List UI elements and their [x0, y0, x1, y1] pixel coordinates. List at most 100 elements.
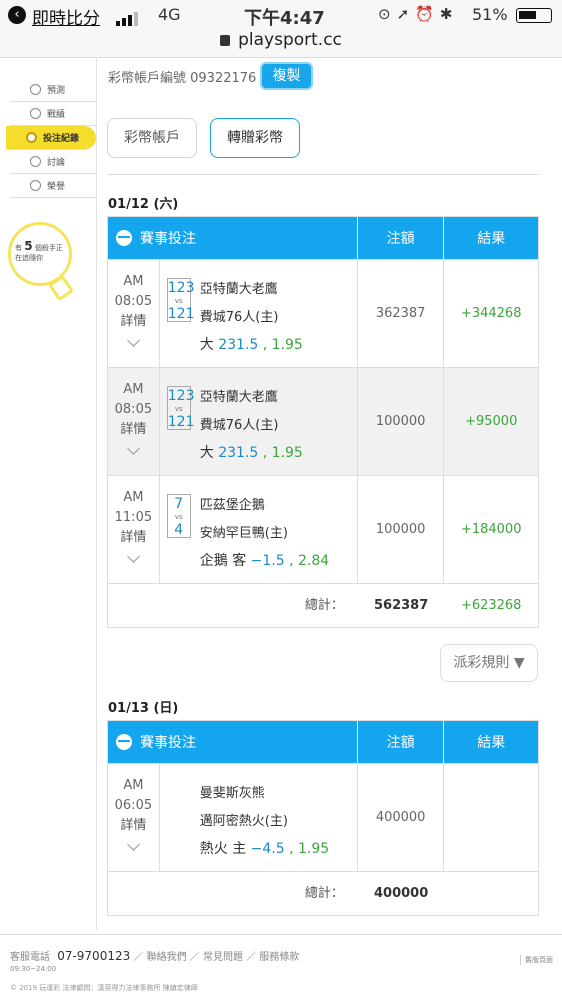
chevron-down-icon[interactable] [127, 838, 140, 851]
sidebar-item-honor[interactable]: 榮譽 [10, 174, 96, 198]
score-away: 123 [167, 388, 195, 404]
game-time: 11:05 [114, 510, 153, 525]
team-home: 邁阿密熱火(主) [199, 814, 288, 829]
url-bar[interactable]: playsport.cc [0, 30, 562, 58]
team-away: 亞特蘭大老鷹 [199, 390, 278, 405]
line: 231.5 [218, 445, 259, 461]
total-amount: 400000 [374, 886, 429, 901]
total-label: 總計： [304, 598, 344, 613]
table-row: AM 11:05 詳情 7 vs 4 匹茲堡企鵝 安納罕巨鴨(主) 企鵝 客 −1.… [108, 475, 538, 583]
score-box: 7 vs 4 [166, 494, 191, 538]
result-cell: +344268 [460, 306, 522, 321]
team-away: 曼斐斯灰熊 [199, 786, 265, 801]
game-cell: 123 vs 121 亞特蘭大老鷹 費城76人(主) 大 231.5 , 1.95 [160, 260, 358, 367]
tab-wallet[interactable]: 彩幣帳戶 [107, 118, 197, 158]
result-cell [444, 764, 538, 871]
service-label: 客服電話 [10, 952, 50, 963]
bets-table: 賽事投注 注額 結果 AM 06:05 詳情 曼斐斯灰熊 邁阿密熱火(主) 熱火… [107, 720, 539, 916]
back-arrow-icon[interactable]: ‹ [8, 6, 26, 24]
coin-stack-icon [116, 230, 132, 246]
pick: 大 [199, 445, 214, 461]
honor-icon [30, 180, 41, 191]
amount-cell: 362387 [358, 260, 445, 367]
game-time: 08:05 [114, 294, 153, 309]
battery-icon [516, 8, 552, 23]
score-away: 123 [167, 280, 195, 296]
sidebar-item-predict[interactable]: 預測 [10, 78, 96, 102]
back-app-label[interactable]: 即時比分 [32, 4, 100, 29]
divider [107, 174, 539, 175]
total-label: 總計： [304, 886, 344, 901]
sidebar-item-bet-history[interactable]: 投注紀錄 [6, 126, 96, 150]
total-result [444, 872, 538, 915]
game-cell: 123 vs 121 亞特蘭大老鷹 費城76人(主) 大 231.5 , 1.95 [160, 368, 358, 475]
sidebar-item-label: 戰績 [47, 110, 66, 120]
divider [0, 934, 562, 935]
ampm: AM [123, 490, 144, 505]
odds: , 1.95 [262, 445, 303, 461]
amount-cell: 400000 [358, 764, 445, 871]
service-hours: 09:30~24:00 [10, 965, 57, 973]
amount-cell: 100000 [358, 476, 445, 583]
predict-icon [30, 84, 41, 95]
detail-link[interactable]: 詳情 [108, 420, 159, 440]
lock-icon [220, 35, 231, 46]
table-header: 賽事投注 注額 結果 [108, 217, 538, 259]
detail-link[interactable]: 詳情 [108, 312, 159, 332]
game-cell: 7 vs 4 匹茲堡企鵝 安納罕巨鴨(主) 企鵝 客 −1.5 , 2.84 [160, 476, 358, 583]
team-away: 匹茲堡企鵝 [199, 498, 265, 513]
sidebar-item-label: 預測 [47, 86, 66, 96]
result-cell: +184000 [460, 522, 522, 537]
header-bets: 賽事投注 [108, 721, 358, 763]
time-cell: AM 08:05 詳情 [108, 260, 160, 367]
hint-line2: 在追隨你 [15, 254, 43, 262]
score-box: 123 vs 121 [166, 386, 195, 430]
score-home: 4 [174, 522, 184, 538]
service-phone[interactable]: 07-9700123 [57, 949, 130, 963]
vs-label: vs [174, 297, 183, 305]
hint-post: 個殺手正 [34, 244, 63, 252]
section-date: 01/13 (日) [108, 701, 179, 716]
footer-links[interactable]: ／ 聯絡我們 ／ 常見問題 ／ 服務條款 [133, 952, 299, 963]
game-cell: 曼斐斯灰熊 邁阿密熱火(主) 熱火 主 −4.5 , 1.95 [160, 764, 358, 871]
odds: , 2.84 [289, 553, 330, 569]
chevron-down-icon[interactable] [127, 550, 140, 563]
sidebar: 預測 戰績 投注紀錄 討論 榮譽 [6, 78, 96, 198]
chevron-down-icon[interactable] [127, 442, 140, 455]
sidebar-item-record[interactable]: 戰績 [10, 102, 96, 126]
table-row: AM 08:05 詳情 123 vs 121 亞特蘭大老鷹 費城76人(主) 大 2… [108, 259, 538, 367]
line: 231.5 [218, 337, 259, 353]
table-row: AM 08:05 詳情 123 vs 121 亞特蘭大老鷹 費城76人(主) 大 2… [108, 367, 538, 475]
sidebar-item-discuss[interactable]: 討論 [10, 150, 96, 174]
account-number: 彩幣帳戶編號 09322176 [108, 71, 257, 86]
detail-link[interactable]: 詳情 [108, 816, 159, 836]
battery-percent: 51% [472, 5, 508, 24]
status-icons: ⊙➚⏰✱ [378, 5, 459, 23]
copy-button[interactable]: 複製 [260, 62, 313, 90]
pick: 大 [199, 337, 214, 353]
divider [96, 58, 97, 930]
total-row: 總計： 562387 +623268 [108, 583, 538, 627]
bet-pick: 大 231.5 , 1.95 [200, 334, 303, 354]
ampm: AM [123, 778, 144, 793]
table-row: AM 06:05 詳情 曼斐斯灰熊 邁阿密熱火(主) 熱火 主 −4.5 , 1… [108, 763, 538, 871]
old-version-link[interactable]: 舊版頁面 [520, 955, 553, 965]
ampm: AM [123, 382, 144, 397]
team-home: 安納罕巨鴨(主) [199, 526, 288, 541]
score-box: 123 vs 121 [166, 278, 195, 322]
payout-rules-button[interactable]: 派彩規則 ▼ [440, 644, 538, 682]
header-amount: 注額 [358, 721, 445, 763]
game-time: 06:05 [114, 798, 153, 813]
bet-pick: 熱火 主 −4.5 , 1.95 [200, 838, 329, 858]
discuss-icon [30, 156, 41, 167]
clock: 下午4:47 [244, 8, 325, 29]
line: −1.5 [250, 553, 285, 569]
detail-link[interactable]: 詳情 [108, 528, 159, 548]
total-row: 總計： 400000 [108, 871, 538, 915]
pick: 企鵝 客 [199, 553, 247, 569]
chevron-down-icon[interactable] [127, 334, 140, 347]
header-bets-label: 賽事投注 [140, 231, 196, 247]
tab-transfer[interactable]: 轉贈彩幣 [210, 118, 300, 158]
score-home: 121 [167, 414, 195, 430]
header-bets-label: 賽事投注 [140, 735, 196, 751]
